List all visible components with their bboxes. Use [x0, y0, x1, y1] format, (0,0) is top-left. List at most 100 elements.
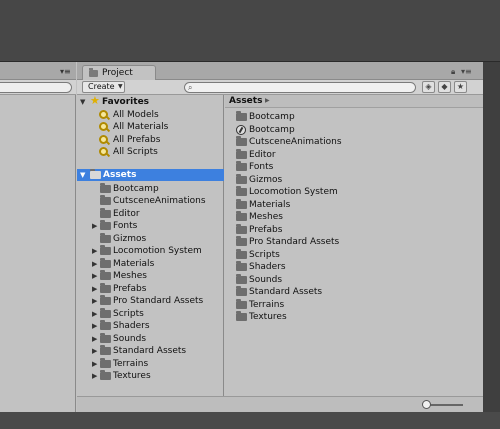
expand-arrow-icon[interactable]: ▼	[80, 169, 85, 181]
tree-label: Assets	[103, 170, 137, 180]
expand-arrow-icon[interactable]: ▶	[92, 308, 97, 320]
hierarchy-toolbar	[0, 80, 76, 95]
search-filter-icon	[99, 134, 108, 144]
folder-icon	[100, 295, 111, 305]
folder-icon	[100, 257, 111, 268]
filter-type-icon[interactable]: ◈	[422, 81, 435, 93]
breadcrumb: Assets ▶	[225, 95, 483, 108]
asset-item[interactable]: Prefabs	[225, 223, 483, 236]
filter-label-icon[interactable]: ◆	[438, 81, 451, 93]
tree-folder[interactable]: ▶ Shaders	[77, 320, 224, 332]
tree-folder[interactable]: Editor	[77, 207, 224, 220]
tree-label: Pro Standard Assets	[113, 296, 204, 306]
expand-arrow-icon[interactable]: ▼	[80, 96, 85, 108]
tree-favorites[interactable]: ▼ ★ Favorites	[77, 94, 224, 108]
expand-arrow-icon[interactable]: ▶	[92, 270, 97, 282]
asset-item[interactable]: Fonts	[225, 161, 483, 173]
asset-item[interactable]: Gizmos	[225, 173, 483, 186]
hierarchy-search-input[interactable]	[0, 82, 72, 93]
expand-arrow-icon[interactable]: ▶	[92, 333, 97, 345]
expand-arrow-icon[interactable]: ▶	[92, 283, 97, 295]
tree-folder[interactable]: ▶ Terrains	[77, 357, 224, 370]
search-input[interactable]: ⌕	[184, 82, 416, 93]
asset-item[interactable]: Pro Standard Assets	[225, 236, 483, 248]
menu-icon[interactable]: ▾≡	[461, 67, 472, 76]
folder-icon	[236, 211, 247, 221]
tree-assets[interactable]: ▼ Assets	[77, 169, 224, 181]
favorite-item[interactable]: All Scripts	[77, 146, 224, 158]
expand-arrow-icon[interactable]: ▶	[92, 295, 97, 307]
tree-folder[interactable]: ▶ Fonts	[77, 220, 224, 232]
folder-icon	[100, 320, 111, 330]
tree-folder[interactable]: ▶ Textures	[77, 370, 224, 382]
tree-folder[interactable]: ▶ Locomotion System	[77, 245, 224, 257]
create-button[interactable]: Create ▼	[82, 81, 125, 93]
star-icon[interactable]: ★	[454, 81, 467, 93]
asset-item[interactable]: Standard Assets	[225, 286, 483, 298]
asset-item[interactable]: Sounds	[225, 273, 483, 286]
tree-folder[interactable]: ▶ Meshes	[77, 270, 224, 282]
asset-item[interactable]: CutsceneAnimations	[225, 136, 483, 148]
asset-item[interactable]: Locomotion System	[225, 186, 483, 198]
tree-label: Bootcamp	[113, 183, 159, 194]
asset-item[interactable]: Bootcamp	[225, 111, 483, 123]
folder-icon	[236, 286, 247, 296]
asset-item[interactable]: Scripts	[225, 248, 483, 261]
asset-item[interactable]: Bootcamp	[225, 124, 483, 136]
create-button-label: Create	[88, 82, 115, 91]
asset-label: Terrains	[249, 299, 285, 310]
tree-folder[interactable]: CutsceneAnimations	[77, 195, 224, 207]
asset-item[interactable]: Meshes	[225, 211, 483, 223]
tree-folder[interactable]: ▶ Materials	[77, 257, 224, 270]
search-filter-icon	[99, 147, 108, 156]
favorite-item[interactable]: All Materials	[77, 121, 224, 133]
asset-label: Gizmos	[249, 174, 283, 185]
tree-folder[interactable]: ▶ Pro Standard Assets	[77, 295, 224, 307]
folder-icon	[236, 136, 247, 146]
hierarchy-panel: ▾≡	[0, 62, 76, 429]
lock-icon[interactable]: 🔒︎	[451, 67, 455, 77]
asset-item[interactable]: Editor	[225, 148, 483, 161]
expand-arrow-icon[interactable]: ▶	[92, 245, 97, 257]
asset-label: Materials	[249, 199, 291, 210]
tree-folder[interactable]: Gizmos	[77, 232, 224, 245]
tree-label: Shaders	[113, 321, 150, 331]
asset-item[interactable]: Shaders	[225, 261, 483, 273]
expand-arrow-icon[interactable]: ▶	[92, 220, 97, 232]
star-icon: ★	[90, 94, 100, 107]
asset-label: CutsceneAnimations	[249, 137, 342, 147]
tree-folder[interactable]: ▶ Prefabs	[77, 282, 224, 295]
folder-icon	[100, 207, 111, 218]
expand-arrow-icon[interactable]: ▶	[92, 258, 97, 270]
slider-thumb[interactable]	[422, 400, 431, 409]
folder-icon	[100, 357, 111, 368]
tab-project[interactable]: Project	[82, 65, 156, 81]
folder-icon	[100, 195, 111, 205]
expand-arrow-icon[interactable]: ▶	[92, 370, 97, 382]
breadcrumb-assets[interactable]: Assets	[229, 96, 262, 106]
tree-folder[interactable]: ▶ Sounds	[77, 332, 224, 345]
expand-arrow-icon[interactable]: ▶	[92, 320, 97, 332]
favorite-item[interactable]: All Prefabs	[77, 134, 224, 146]
expand-arrow-icon[interactable]: ▶	[92, 345, 97, 357]
folder-icon	[100, 270, 111, 280]
asset-item[interactable]: Textures	[225, 311, 483, 323]
folder-icon	[236, 161, 247, 171]
tree-folder[interactable]: ▶ Scripts	[77, 307, 224, 320]
folder-icon	[100, 232, 111, 243]
tree-label: Meshes	[113, 271, 147, 281]
favorite-item[interactable]: All Models	[77, 109, 224, 121]
search-icon: ⌕	[188, 83, 193, 92]
tree-folder[interactable]: ▶ Standard Assets	[77, 345, 224, 357]
chevron-right-icon: ▶	[265, 97, 270, 104]
asset-label: Fonts	[249, 162, 274, 172]
status-bar	[0, 412, 500, 429]
tree-label: Locomotion System	[113, 246, 202, 256]
folder-icon	[100, 307, 111, 318]
panel-menu-icon[interactable]: ▾≡	[60, 67, 71, 76]
tree-folder[interactable]: Bootcamp	[77, 182, 224, 195]
folder-icon	[236, 273, 247, 284]
asset-item[interactable]: Materials	[225, 198, 483, 211]
expand-arrow-icon[interactable]: ▶	[92, 358, 97, 370]
asset-item[interactable]: Terrains	[225, 298, 483, 311]
